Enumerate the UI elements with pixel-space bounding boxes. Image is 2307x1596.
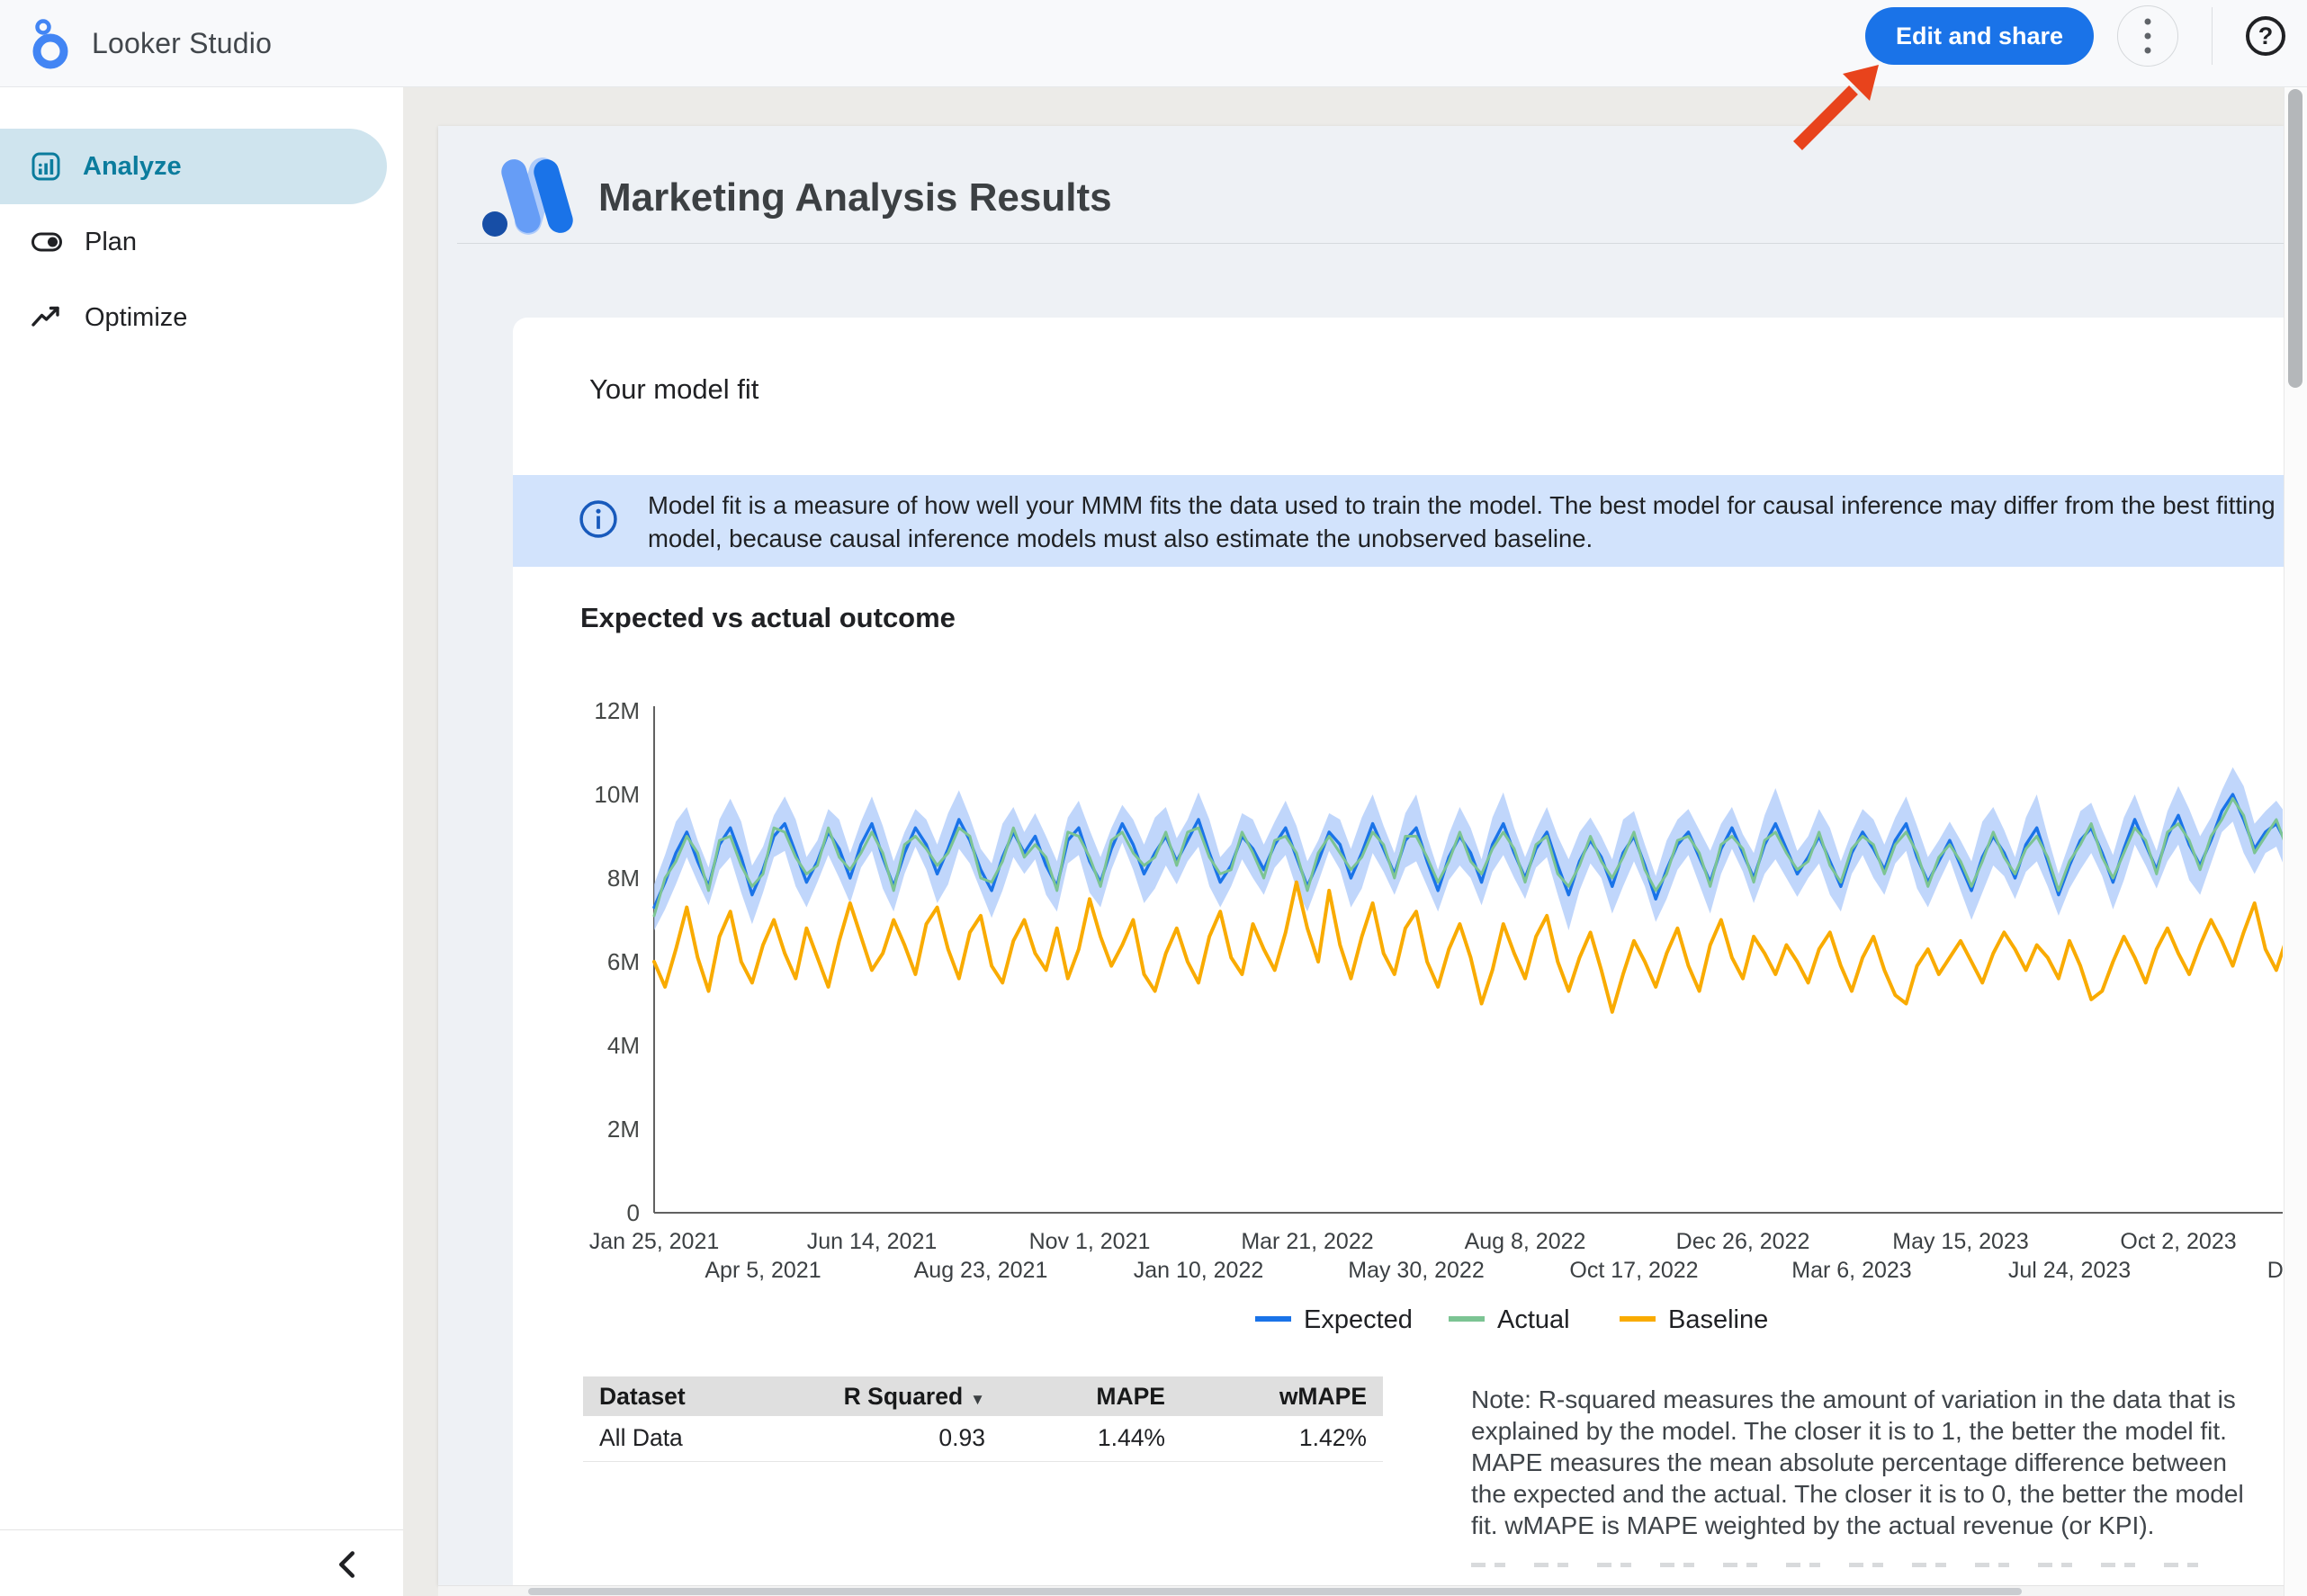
sidebar-item-plan[interactable]: Plan xyxy=(0,204,403,280)
app-title: Looker Studio xyxy=(92,27,272,60)
info-icon xyxy=(578,498,619,540)
svg-text:Aug 23, 2021: Aug 23, 2021 xyxy=(914,1258,1048,1283)
more-options-button[interactable] xyxy=(2117,5,2178,67)
page-title: Marketing Analysis Results xyxy=(598,175,1112,220)
chevron-left-icon xyxy=(331,1547,367,1583)
svg-text:Jul 24, 2023: Jul 24, 2023 xyxy=(2008,1258,2131,1283)
brand: Looker Studio xyxy=(25,0,272,87)
svg-text:Jan 25, 2021: Jan 25, 2021 xyxy=(589,1229,720,1254)
marketing-platform-logo-icon xyxy=(481,151,589,241)
table-row[interactable]: All Data0.931.44%1.42% xyxy=(583,1416,1383,1461)
fit-metrics-table-wrap: DatasetR Squared▼MAPEwMAPEAll Data0.931.… xyxy=(583,1376,1383,1462)
report-page: Marketing Analysis Results Your model fi… xyxy=(438,126,2284,1585)
edit-and-share-button[interactable]: Edit and share xyxy=(1865,7,2094,65)
svg-text:Expected: Expected xyxy=(1304,1305,1413,1334)
model-fit-chart[interactable]: 12M 10M 8M 6M 4M 2M 0 Jan 25, 2021 Jun 14, 2021 N… xyxy=(542,684,2283,1376)
svg-text:Mar 6, 2023: Mar 6, 2023 xyxy=(1791,1258,1911,1283)
topbar-divider xyxy=(2212,7,2213,65)
table-cell: All Data xyxy=(583,1416,772,1461)
table-cell: 1.44% xyxy=(1001,1416,1181,1461)
analyze-chart-icon xyxy=(31,151,61,182)
vertical-scrollbar-thumb[interactable] xyxy=(2288,89,2303,388)
note-wrap: Note: R-squared measures the amount of v… xyxy=(1471,1384,2263,1567)
note-text: Note: R-squared measures the amount of v… xyxy=(1471,1384,2263,1541)
svg-text:Aug 8, 2022: Aug 8, 2022 xyxy=(1465,1229,1586,1254)
question-mark-icon: ? xyxy=(2244,14,2287,58)
sidebar-item-optimize[interactable]: Optimize xyxy=(0,280,403,355)
plan-toggle-icon xyxy=(31,227,63,257)
help-button[interactable]: ? xyxy=(2244,14,2287,58)
table-header-dataset[interactable]: Dataset xyxy=(583,1376,772,1416)
table-cell: 1.42% xyxy=(1181,1416,1383,1461)
svg-text:May 15, 2023: May 15, 2023 xyxy=(1892,1229,2029,1254)
sidebar-collapse-button[interactable] xyxy=(331,1547,367,1583)
looker-studio-logo-icon xyxy=(25,17,76,71)
svg-text:Oct 17, 2022: Oct 17, 2022 xyxy=(1569,1258,1698,1283)
sidebar-item-analyze[interactable]: Analyze xyxy=(0,129,387,204)
sort-arrow-icon[interactable]: ▼ xyxy=(970,1391,985,1408)
vertical-scrollbar[interactable] xyxy=(2284,87,2307,1596)
sidebar: Analyze Plan Optimize xyxy=(0,87,403,1596)
model-fit-card: Your model fit Model fit is a measure of… xyxy=(513,318,2284,1585)
clipped-text-hint xyxy=(1471,1563,2227,1567)
svg-text:12M: 12M xyxy=(594,697,640,724)
card-title: Your model fit xyxy=(589,373,759,406)
optimize-trending-up-icon xyxy=(31,302,63,333)
svg-text:10M: 10M xyxy=(594,781,640,808)
svg-text:Dec 26, 2022: Dec 26, 2022 xyxy=(1676,1229,1810,1254)
svg-text:May 30, 2022: May 30, 2022 xyxy=(1348,1258,1485,1283)
fit-metrics-table[interactable]: DatasetR Squared▼MAPEwMAPEAll Data0.931.… xyxy=(583,1376,1383,1462)
svg-text:Oct 2, 2023: Oct 2, 2023 xyxy=(2120,1229,2236,1254)
sidebar-footer xyxy=(0,1529,403,1596)
sidebar-nav: Analyze Plan Optimize xyxy=(0,129,403,355)
page-header-divider xyxy=(457,243,2284,244)
svg-text:4M: 4M xyxy=(607,1032,640,1059)
svg-text:Actual: Actual xyxy=(1497,1305,1570,1334)
info-banner-text: Model fit is a measure of how well your … xyxy=(648,489,2276,555)
expected-vs-actual-chart-svg: 12M 10M 8M 6M 4M 2M 0 Jan 25, 2021 Jun 14, 2021 N… xyxy=(542,684,2283,1376)
table-header-r-squared[interactable]: R Squared▼ xyxy=(772,1376,1001,1416)
info-banner: Model fit is a measure of how well your … xyxy=(513,475,2284,567)
table-header-wmape[interactable]: wMAPE xyxy=(1181,1376,1383,1416)
svg-text:Nov 1, 2021: Nov 1, 2021 xyxy=(1029,1229,1151,1254)
svg-text:Dec: Dec xyxy=(2267,1258,2283,1283)
svg-text:Apr 5, 2021: Apr 5, 2021 xyxy=(705,1258,821,1283)
table-cell: 0.93 xyxy=(772,1416,1001,1461)
svg-text:0: 0 xyxy=(627,1199,640,1226)
svg-text:Mar 21, 2022: Mar 21, 2022 xyxy=(1241,1229,1373,1254)
svg-text:?: ? xyxy=(2258,22,2274,49)
table-header-mape[interactable]: MAPE xyxy=(1001,1376,1181,1416)
kebab-menu-icon xyxy=(2143,15,2152,57)
svg-text:2M: 2M xyxy=(607,1116,640,1143)
sidebar-item-label: Analyze xyxy=(83,152,182,182)
horizontal-scrollbar[interactable] xyxy=(438,1585,2284,1596)
svg-text:Baseline: Baseline xyxy=(1668,1305,1768,1334)
svg-text:Jan 10, 2022: Jan 10, 2022 xyxy=(1134,1258,1264,1283)
chart-title: Expected vs actual outcome xyxy=(580,602,956,634)
svg-text:Jun 14, 2021: Jun 14, 2021 xyxy=(807,1229,938,1254)
svg-text:8M: 8M xyxy=(607,865,640,892)
svg-text:6M: 6M xyxy=(607,948,640,975)
horizontal-scrollbar-thumb[interactable] xyxy=(528,1588,2022,1595)
sidebar-item-label: Plan xyxy=(85,228,137,257)
topbar: Looker Studio Edit and share ? xyxy=(0,0,2307,87)
sidebar-item-label: Optimize xyxy=(85,303,187,333)
